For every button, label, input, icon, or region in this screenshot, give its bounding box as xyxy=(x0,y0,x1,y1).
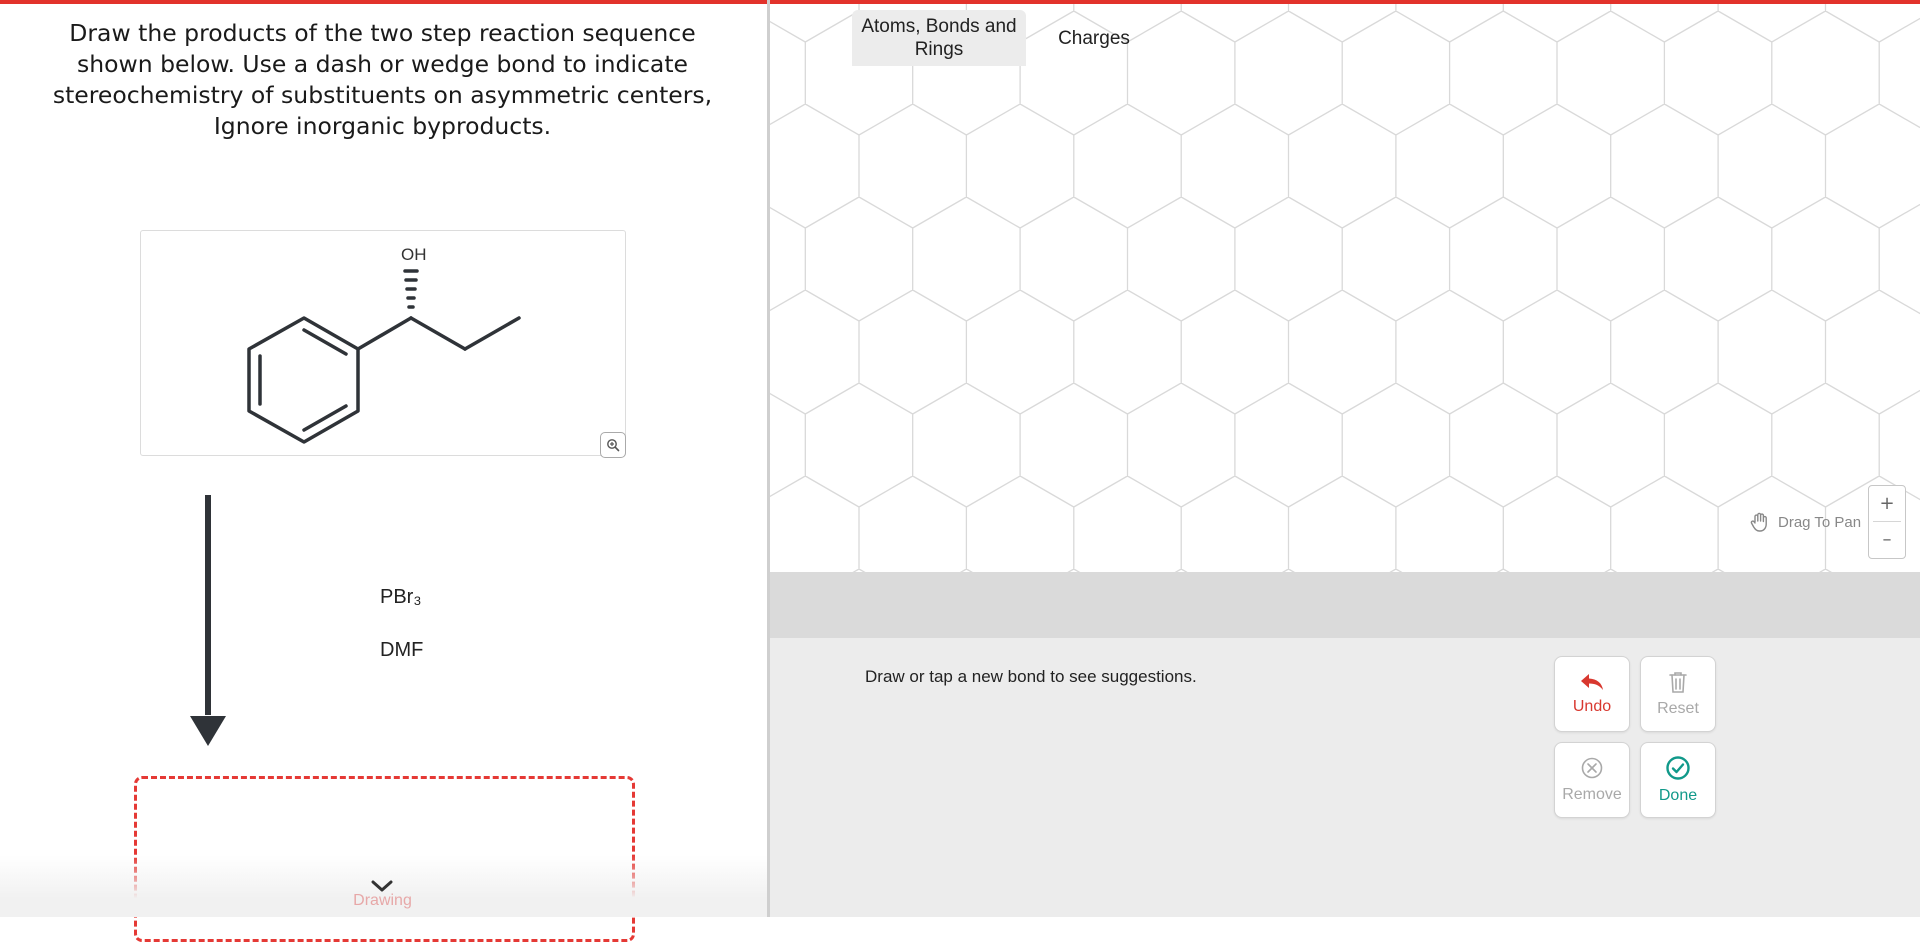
bond-stereocenter-to-ch2 xyxy=(409,316,467,351)
suggestion-hint: Draw or tap a new bond to see suggestion… xyxy=(865,667,1197,686)
benzene-ring xyxy=(247,316,360,444)
starting-material-structure: OH xyxy=(140,230,626,456)
undo-button[interactable]: Undo xyxy=(1554,656,1630,732)
molecule-drawing xyxy=(247,269,521,444)
reset-label: Reset xyxy=(1657,700,1699,717)
reagent-pbr3: PBr₃ xyxy=(380,586,422,608)
bond-ring-to-stereocenter xyxy=(356,316,413,351)
reset-button[interactable]: Reset xyxy=(1640,656,1716,732)
tab-atoms-bonds-rings[interactable]: Atoms, Bonds and Rings xyxy=(852,10,1026,66)
reaction-arrow-head xyxy=(190,716,226,746)
hex-grid-lines xyxy=(770,4,1920,572)
drag-to-pan-label: Drag To Pan xyxy=(1778,513,1862,531)
hex-grid-background xyxy=(770,4,1920,572)
undo-icon xyxy=(1581,674,1603,690)
zoom-structure-button[interactable] xyxy=(600,432,626,458)
tab-charges[interactable]: Charges xyxy=(1038,10,1150,66)
done-label: Done xyxy=(1658,787,1698,804)
remove-label: Remove xyxy=(1562,786,1622,803)
remove-x-circle-icon xyxy=(1581,757,1603,779)
drawing-drawer-label[interactable]: Drawing xyxy=(335,892,430,910)
zoom-in-button[interactable]: + xyxy=(1869,486,1905,521)
benzene-double-bond-2 xyxy=(302,328,348,356)
remove-button[interactable]: Remove xyxy=(1554,742,1630,818)
bond-ch2-to-ch3 xyxy=(463,316,521,351)
zoom-out-button[interactable]: – xyxy=(1869,522,1905,557)
tool-tab-bar xyxy=(770,572,1920,638)
trash-icon xyxy=(1669,672,1687,693)
magnify-plus-icon xyxy=(607,439,620,452)
hydroxyl-label: OH xyxy=(401,245,427,264)
question-text: Draw the products of the two step reacti… xyxy=(52,19,713,140)
reagent-dmf: DMF xyxy=(380,639,424,661)
benzene-double-bond-3 xyxy=(302,404,348,432)
done-button[interactable]: Done xyxy=(1640,742,1716,818)
drawing-canvas[interactable] xyxy=(770,4,1920,572)
canvas-zoom-control: + – xyxy=(1868,485,1906,559)
reaction-arrow-shaft xyxy=(205,495,211,715)
drag-to-pan-indicator: Drag To Pan xyxy=(1748,510,1861,534)
hand-pan-icon xyxy=(1750,512,1767,532)
check-circle-icon xyxy=(1666,756,1690,780)
undo-label: Undo xyxy=(1572,698,1612,715)
hashed-wedge-bond xyxy=(403,269,419,309)
